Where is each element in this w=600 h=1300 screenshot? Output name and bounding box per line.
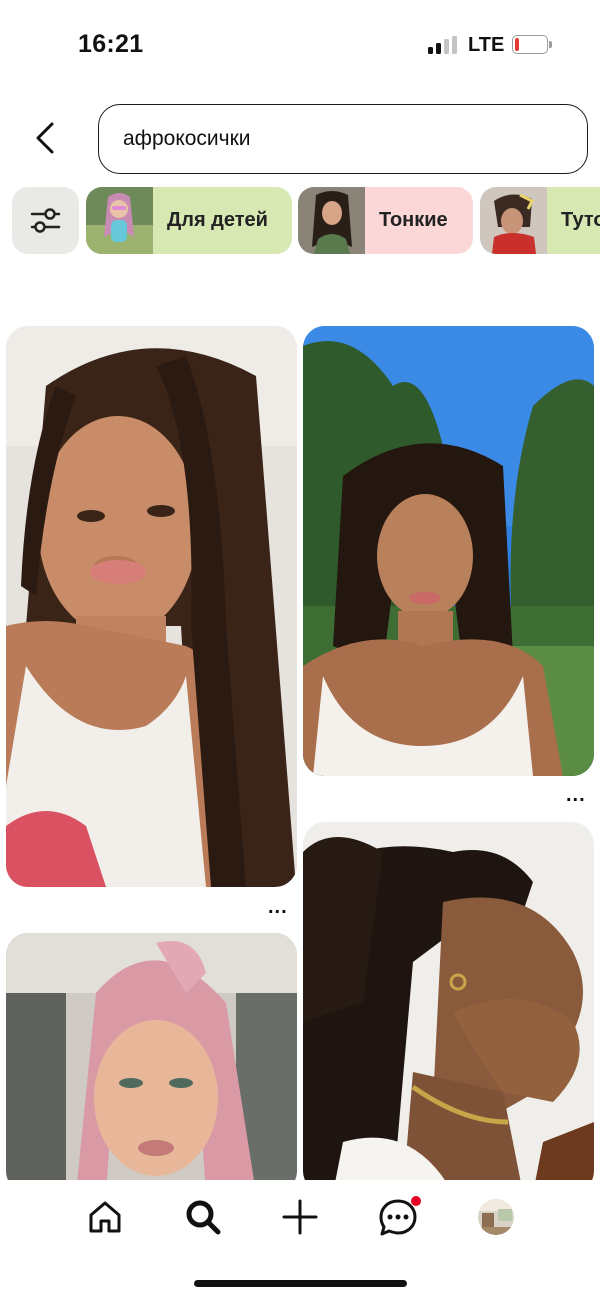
home-indicator — [194, 1280, 407, 1287]
status-time: 16:21 — [78, 30, 144, 58]
notification-dot — [411, 1196, 421, 1206]
sliders-icon — [30, 208, 61, 233]
nav-search[interactable] — [178, 1192, 228, 1242]
chevron-left-icon — [36, 122, 54, 154]
search-query-text: афрокосички — [123, 127, 251, 150]
pin-image[interactable] — [303, 326, 594, 776]
chip-for-kids[interactable]: Для детей — [86, 187, 292, 254]
nav-create[interactable] — [275, 1192, 325, 1242]
chip-thin[interactable]: Тонкие — [298, 187, 473, 254]
bottom-navigation-bar — [0, 1180, 600, 1300]
pin-photo-braids-outdoors — [303, 326, 594, 776]
search-icon — [186, 1200, 221, 1235]
pin-photo-box-braids — [6, 326, 297, 887]
battery-icon — [512, 35, 548, 54]
pin-image[interactable] — [6, 933, 297, 1193]
chip-thumbnail-image — [298, 187, 365, 254]
network-label: LTE — [468, 34, 505, 56]
pin-photo-cornrows-profile — [303, 822, 594, 1193]
filter-button[interactable] — [12, 187, 79, 254]
pin-photo-pink-braids — [6, 933, 297, 1193]
pin-image[interactable] — [303, 822, 594, 1193]
search-input[interactable]: афрокосички — [98, 104, 588, 174]
chip-thumbnail-image — [480, 187, 547, 254]
signal-icon — [428, 36, 458, 54]
nav-home[interactable] — [80, 1192, 130, 1242]
plus-icon — [282, 1199, 318, 1235]
battery-nub — [549, 41, 552, 48]
home-icon — [89, 1201, 121, 1233]
messages-icon — [379, 1196, 421, 1236]
profile-avatar — [478, 1199, 514, 1235]
nav-messages[interactable] — [374, 1192, 424, 1242]
chip-thumbnail-image — [86, 187, 153, 254]
pin-image[interactable] — [6, 326, 297, 887]
chip-tutorial[interactable]: Туто — [480, 187, 600, 254]
nav-profile[interactable] — [471, 1192, 521, 1242]
pin-more-options-button[interactable]: ... — [268, 896, 288, 919]
filter-chip-row: Для детей Тонкие Туто — [0, 187, 600, 255]
chip-label: Тонкие — [365, 187, 473, 254]
pin-more-options-button[interactable]: ... — [566, 784, 586, 807]
chip-label: Для детей — [153, 187, 292, 254]
back-button[interactable] — [24, 114, 68, 162]
chip-label: Туто — [547, 187, 600, 254]
